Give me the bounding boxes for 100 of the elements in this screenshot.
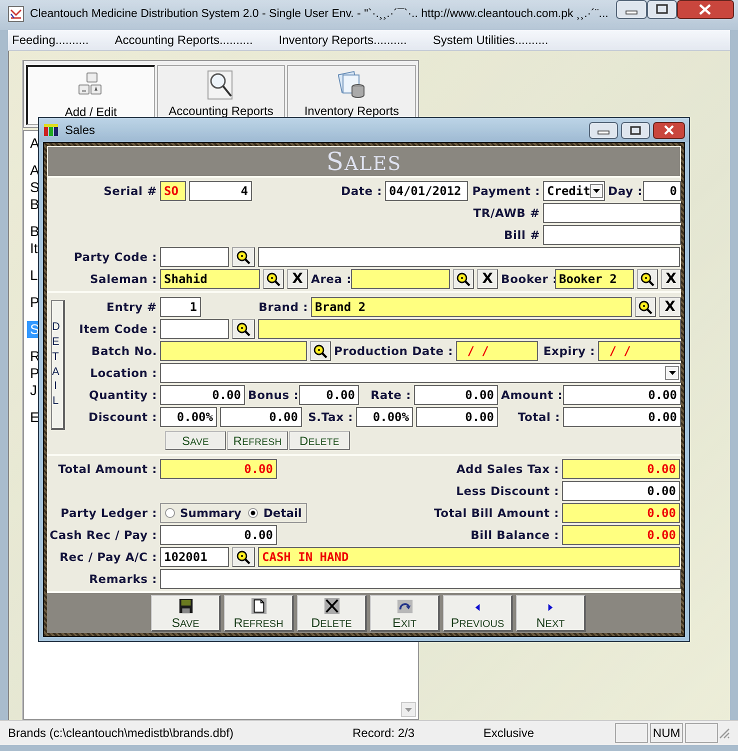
search-button[interactable] <box>232 547 255 567</box>
list-item[interactable]: P <box>27 294 39 311</box>
input-field[interactable]: 0.00 <box>563 407 681 427</box>
detail-tab[interactable]: DETAIL <box>51 300 65 430</box>
maximize-button[interactable] <box>647 0 677 19</box>
toolbar-button[interactable]: REFRESH <box>224 595 294 632</box>
input-field[interactable]: SO <box>160 181 186 201</box>
field-label: Item Code : <box>79 322 157 336</box>
input-field[interactable]: 04/01/2012 <box>385 181 468 201</box>
input-field[interactable] <box>543 203 681 223</box>
input-field[interactable]: 0.00 <box>160 385 245 405</box>
magnifier-icon <box>640 272 655 286</box>
search-button[interactable] <box>453 269 474 289</box>
input-field[interactable]: 0.00 <box>416 407 498 427</box>
toolbar-button[interactable]: NEXT <box>516 595 586 632</box>
input-field[interactable]: 0.00 <box>414 385 498 405</box>
input-field[interactable]: 0.00 <box>160 459 277 479</box>
input-field[interactable]: 0.00 <box>299 385 359 405</box>
toolbar-button[interactable]: PREVIOUS <box>443 595 513 632</box>
input-field[interactable]: 0.00 <box>562 525 680 545</box>
magnifier-icon <box>236 322 251 336</box>
magnifier-icon <box>638 300 653 314</box>
input-field[interactable] <box>160 247 229 267</box>
input-field[interactable]: / / <box>598 341 681 361</box>
database-icon <box>338 70 366 100</box>
magnifier-icon <box>313 344 328 358</box>
close-button[interactable] <box>677 0 734 19</box>
list-item[interactable]: B <box>27 196 39 213</box>
dropdown-field[interactable]: Credit <box>543 181 605 201</box>
search-button[interactable] <box>263 269 284 289</box>
input-field[interactable]: 0 <box>643 181 681 201</box>
field-label: Rate : <box>370 388 411 402</box>
input-field[interactable]: 0.00% <box>160 407 217 427</box>
input-field[interactable]: Shahid <box>160 269 260 289</box>
input-field[interactable]: CASH IN HAND <box>258 547 680 567</box>
detail-button[interactable]: REFRESH <box>227 431 288 450</box>
list-item[interactable]: E <box>27 409 39 426</box>
field-label: Bill Balance : <box>470 528 559 542</box>
field-label: Expiry : <box>543 344 595 358</box>
input-field[interactable]: 0.00 <box>562 481 680 501</box>
input-field[interactable] <box>258 247 680 267</box>
menu-item[interactable]: Feeding.......... <box>12 33 89 47</box>
field-label: Party Ledger : <box>60 506 157 520</box>
clear-button[interactable]: X <box>659 297 681 317</box>
search-button[interactable] <box>232 247 255 267</box>
input-field[interactable] <box>543 225 681 245</box>
input-field[interactable]: 0.00 <box>563 385 681 405</box>
magnifier-icon <box>236 250 251 264</box>
input-field[interactable]: 1 <box>160 297 201 317</box>
maximize-button[interactable] <box>621 122 650 138</box>
menu-item[interactable]: Inventory Reports.......... <box>278 33 407 47</box>
input-field[interactable]: Booker 2 <box>555 269 634 289</box>
menu-item[interactable]: Accounting Reports.......... <box>114 33 253 47</box>
field-label: Payment : <box>472 184 540 198</box>
field-label: Total : <box>518 410 560 424</box>
clear-button[interactable]: X <box>287 269 308 289</box>
detail-button[interactable]: SAVE <box>165 431 226 450</box>
app-icon <box>8 6 24 22</box>
radio-button[interactable] <box>248 508 258 518</box>
field-label: Quantity : <box>89 388 157 402</box>
list-item[interactable]: B <box>27 223 39 240</box>
list-item[interactable]: It <box>27 240 39 257</box>
field-label: Total Amount : <box>58 462 157 476</box>
list-item[interactable]: J <box>27 382 39 399</box>
status-text: Record: 2/3 <box>352 726 416 740</box>
input-field[interactable] <box>160 569 681 589</box>
field-label: Serial # <box>104 184 157 198</box>
minimize-button[interactable] <box>589 122 618 138</box>
search-button[interactable] <box>637 269 658 289</box>
list-item[interactable]: P <box>27 365 39 382</box>
input-field[interactable]: Brand 2 <box>311 297 632 317</box>
input-field[interactable]: 4 <box>189 181 252 201</box>
dropdown-field[interactable] <box>160 363 681 383</box>
input-field[interactable]: 0.00 <box>562 459 680 479</box>
input-field[interactable] <box>160 341 307 361</box>
input-field[interactable]: 0.00 <box>160 525 277 545</box>
field-label: Rec / Pay A/C : <box>60 550 157 564</box>
search-button[interactable] <box>635 297 656 317</box>
input-field[interactable] <box>258 319 681 339</box>
close-button[interactable] <box>653 122 685 138</box>
list-item[interactable]: L <box>27 267 39 284</box>
radio-button[interactable] <box>165 508 175 518</box>
toolbar-button[interactable]: SAVE <box>151 595 221 632</box>
search-button[interactable] <box>310 341 331 361</box>
search-button[interactable] <box>232 319 255 339</box>
input-field[interactable] <box>160 319 229 339</box>
minimize-button[interactable] <box>616 0 647 19</box>
clear-button[interactable]: X <box>477 269 498 289</box>
input-field[interactable]: 0.00 <box>562 503 680 523</box>
input-field[interactable] <box>351 269 450 289</box>
toolbar-button[interactable]: EXIT <box>370 595 440 632</box>
input-field[interactable]: 0.00 <box>220 407 302 427</box>
input-field[interactable]: / / <box>456 341 538 361</box>
detail-button[interactable]: DELETE <box>289 431 350 450</box>
menu-item[interactable]: System Utilities.......... <box>432 33 548 47</box>
toolbar-button[interactable]: DELETE <box>297 595 367 632</box>
input-field[interactable]: 102001 <box>160 547 229 567</box>
clear-button[interactable]: X <box>661 269 681 289</box>
input-field[interactable]: 0.00% <box>356 407 413 427</box>
status-text: Exclusive <box>483 726 536 740</box>
